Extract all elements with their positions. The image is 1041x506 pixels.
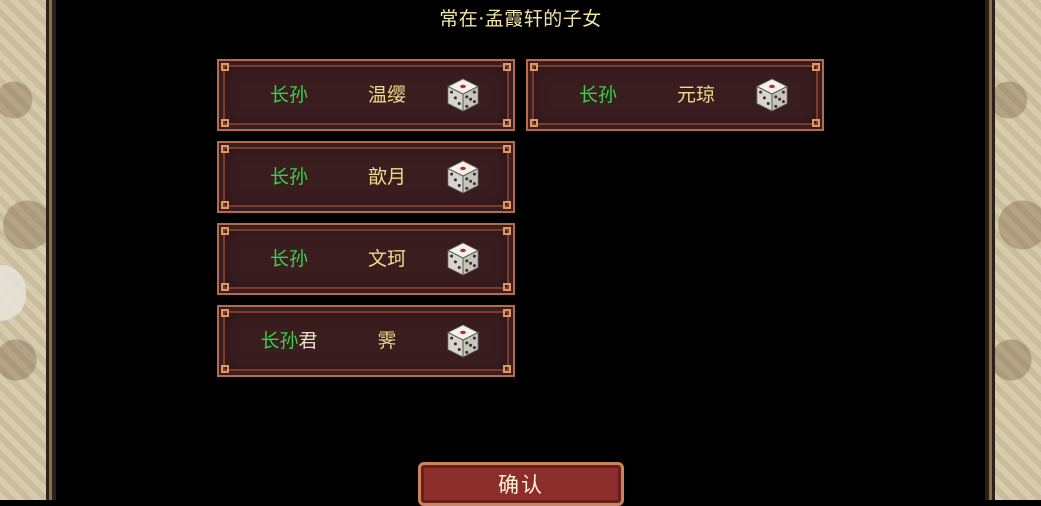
child-name: 文珂 — [367, 248, 406, 270]
child-surname: 长孙君 — [260, 330, 318, 352]
confirm-button[interactable]: 确认 — [418, 462, 624, 506]
child-card: 长孙 歆月 — [217, 141, 515, 213]
dice-icon[interactable] — [444, 158, 482, 196]
child-name: 温缨 — [367, 84, 406, 106]
child-name: 元琼 — [676, 84, 715, 106]
child-card: 长孙 元琼 — [526, 59, 824, 131]
left-decorative-panel — [0, 0, 56, 500]
dice-icon[interactable] — [444, 240, 482, 278]
child-name: 霁 — [377, 330, 397, 352]
right-decorative-panel — [985, 0, 1041, 500]
dice-icon[interactable] — [444, 76, 482, 114]
dialog-title: 常在·孟霞轩的子女 — [439, 8, 602, 30]
child-surname: 长孙 — [269, 84, 308, 106]
child-surname: 长孙 — [269, 166, 308, 188]
child-card: 长孙 温缨 — [217, 59, 515, 131]
child-surname: 长孙 — [578, 84, 617, 106]
confirm-label: 确认 — [498, 473, 544, 497]
child-surname: 长孙 — [269, 248, 308, 270]
dice-icon[interactable] — [753, 76, 791, 114]
child-name: 歆月 — [367, 166, 406, 188]
dice-icon[interactable] — [444, 322, 482, 360]
child-card: 长孙 文珂 — [217, 223, 515, 295]
child-card: 长孙君 霁 — [217, 305, 515, 377]
